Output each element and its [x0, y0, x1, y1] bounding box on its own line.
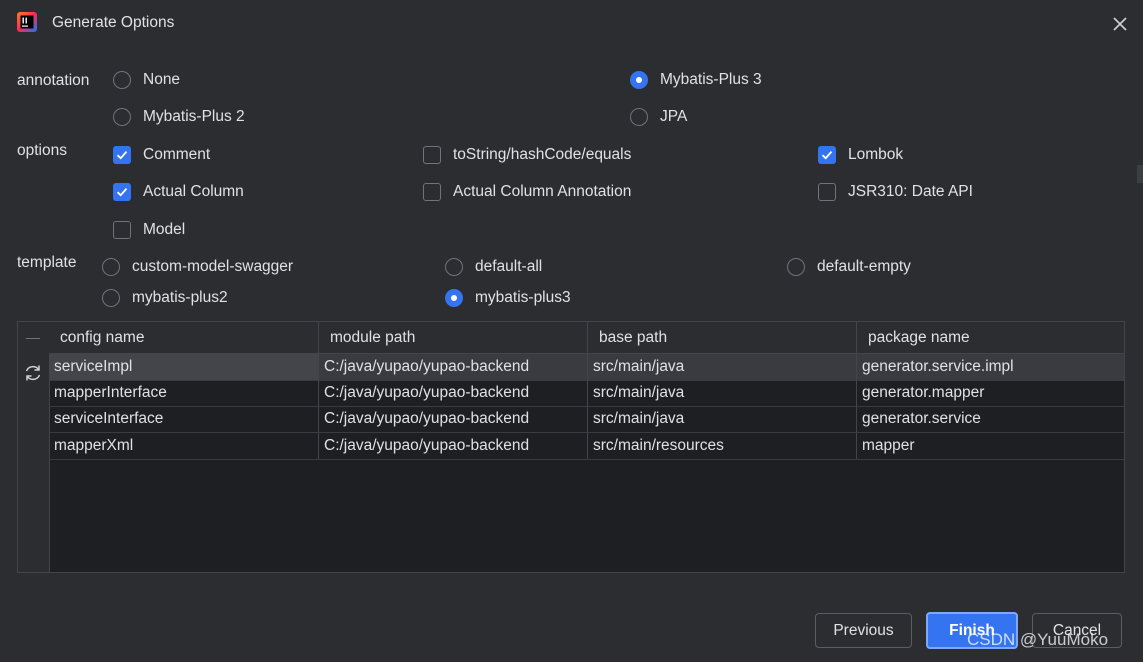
lombok-checkbox[interactable]: Lombok [818, 146, 903, 164]
template-default-all-radio[interactable]: default-all [445, 258, 542, 276]
radio-label: Mybatis-Plus 2 [143, 108, 245, 125]
close-icon[interactable] [1108, 12, 1132, 36]
table-cell[interactable]: serviceImpl [49, 354, 319, 380]
table-cell[interactable]: C:/java/yupao/yupao-backend [319, 433, 588, 459]
column-header-base-path[interactable]: base path [588, 322, 857, 353]
column-header-module-path[interactable]: module path [319, 322, 588, 353]
radio-circle [630, 71, 648, 89]
annotation-mybatis-plus-2-radio[interactable]: Mybatis-Plus 2 [113, 108, 245, 126]
table-cell[interactable]: C:/java/yupao/yupao-backend [319, 380, 588, 406]
checkbox-label: toString/hashCode/equals [453, 146, 632, 163]
radio-circle [102, 258, 120, 276]
table-header: config name module path base path packag… [49, 322, 1124, 354]
model-checkbox[interactable]: Model [113, 221, 185, 239]
template-mybatis-plus3-radio[interactable]: mybatis-plus3 [445, 289, 571, 307]
config-table: config name module path base path packag… [17, 321, 1125, 573]
checkmark-icon [116, 188, 128, 197]
title-bar: Generate Options [0, 0, 1143, 48]
table-cell[interactable]: generator.service.impl [857, 354, 1124, 380]
jsr310-date-api-checkbox[interactable]: JSR310: Date API [818, 183, 973, 201]
table-cell[interactable]: src/main/java [588, 380, 857, 406]
table-cell[interactable]: generator.service [857, 406, 1124, 432]
table-cell[interactable]: mapperInterface [49, 380, 319, 406]
table-cell[interactable]: serviceInterface [49, 406, 319, 432]
radio-label: default-all [475, 258, 543, 275]
annotation-mybatis-plus-3-radio[interactable]: Mybatis-Plus 3 [630, 71, 762, 89]
radio-label: custom-model-swagger [132, 258, 294, 275]
checkbox-box [113, 183, 131, 201]
table-row[interactable]: mapperXml C:/java/yupao/yupao-backend sr… [49, 433, 1124, 460]
checkbox-label: Actual Column [143, 183, 244, 200]
radio-label: JPA [660, 108, 688, 125]
table-row[interactable]: serviceInterface C:/java/yupao/yupao-bac… [49, 406, 1124, 433]
checkbox-box [818, 146, 836, 164]
tostring-hashcode-equals-checkbox[interactable]: toString/hashCode/equals [423, 146, 631, 164]
table-row[interactable]: serviceImpl C:/java/yupao/yupao-backend … [49, 354, 1124, 381]
checkmark-icon [821, 151, 833, 160]
refresh-icon[interactable] [22, 362, 44, 384]
column-header-package-name[interactable]: package name [857, 322, 1124, 353]
column-header-config-name[interactable]: config name [49, 322, 319, 353]
table-cell[interactable]: mapperXml [49, 433, 319, 459]
radio-circle [445, 289, 463, 307]
checkmark-icon [116, 151, 128, 160]
checkbox-label: Comment [143, 146, 211, 163]
checkbox-label: Model [143, 221, 186, 238]
actual-column-checkbox[interactable]: Actual Column [113, 183, 244, 201]
watermark-text: CSDN @YuuMoko [967, 630, 1109, 649]
annotation-none-radio[interactable]: None [113, 71, 180, 89]
radio-label: None [143, 71, 181, 88]
radio-circle [630, 108, 648, 126]
table-cell[interactable]: generator.mapper [857, 380, 1124, 406]
table-cell[interactable]: mapper [857, 433, 1124, 459]
template-mybatis-plus2-radio[interactable]: mybatis-plus2 [102, 289, 228, 307]
annotation-label: annotation [17, 72, 90, 89]
radio-circle [113, 71, 131, 89]
previous-button[interactable]: Previous [815, 613, 912, 648]
radio-label: mybatis-plus2 [132, 289, 228, 306]
table-cell[interactable]: src/main/java [588, 406, 857, 432]
intellij-idea-icon [17, 12, 37, 32]
radio-label: default-empty [817, 258, 911, 275]
table-gutter [18, 322, 50, 572]
radio-label: Mybatis-Plus 3 [660, 71, 762, 88]
template-label: template [17, 254, 77, 271]
annotation-jpa-radio[interactable]: JPA [630, 108, 687, 126]
table-cell[interactable]: src/main/java [588, 354, 857, 380]
remove-row-icon[interactable] [26, 338, 40, 339]
dialog-title: Generate Options [52, 14, 175, 31]
table-cell[interactable]: C:/java/yupao/yupao-backend [319, 406, 588, 432]
checkbox-box [423, 183, 441, 201]
options-label: options [17, 142, 67, 159]
template-default-empty-radio[interactable]: default-empty [787, 258, 911, 276]
checkbox-box [113, 221, 131, 239]
radio-circle [787, 258, 805, 276]
radio-circle [445, 258, 463, 276]
radio-circle [113, 108, 131, 126]
radio-circle [102, 289, 120, 307]
radio-label: mybatis-plus3 [475, 289, 571, 306]
checkbox-label: JSR310: Date API [848, 183, 973, 200]
window-edge-marker [1137, 165, 1143, 183]
checkbox-label: Actual Column Annotation [453, 183, 632, 200]
actual-column-annotation-checkbox[interactable]: Actual Column Annotation [423, 183, 631, 201]
template-custom-model-swagger-radio[interactable]: custom-model-swagger [102, 258, 293, 276]
checkbox-box [423, 146, 441, 164]
checkbox-label: Lombok [848, 146, 904, 163]
comment-checkbox[interactable]: Comment [113, 146, 210, 164]
table-row[interactable]: mapperInterface C:/java/yupao/yupao-back… [49, 380, 1124, 407]
table-cell[interactable]: C:/java/yupao/yupao-backend [319, 354, 588, 380]
checkbox-box [113, 146, 131, 164]
table-cell[interactable]: src/main/resources [588, 433, 857, 459]
checkbox-box [818, 183, 836, 201]
